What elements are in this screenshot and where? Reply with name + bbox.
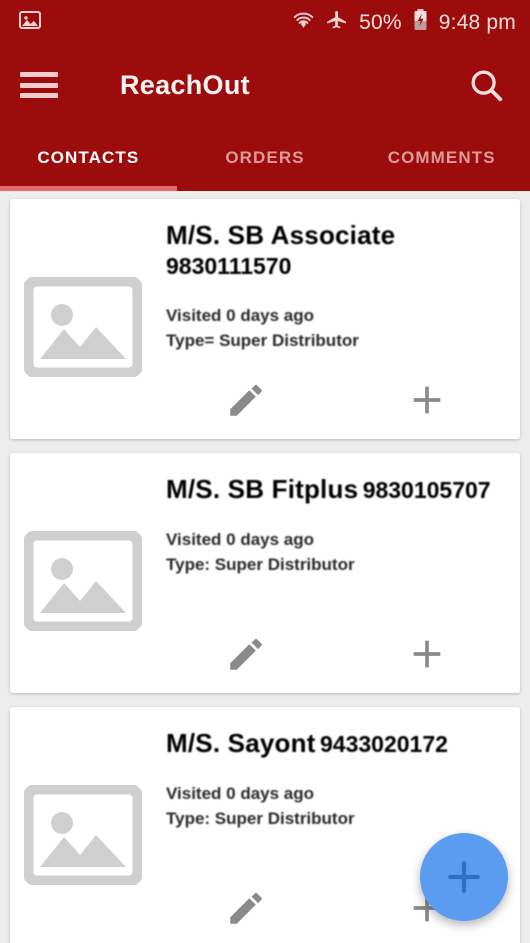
contact-details: M/S. SB Fitplus 9830105707 Visited 0 day… [142, 469, 506, 633]
tab-comments[interactable]: COMMENTS [353, 125, 530, 191]
contact-name: M/S. Sayont [166, 728, 316, 758]
app-bar: ReachOut [0, 45, 530, 125]
contact-type: Type= Super Distributor [166, 330, 359, 350]
image-placeholder-icon [24, 785, 142, 885]
add-contact-fab[interactable] [420, 833, 508, 921]
battery-percent-label: 50% [359, 10, 402, 34]
battery-charging-icon [412, 8, 429, 37]
status-bar-left [18, 8, 42, 37]
image-icon [18, 8, 42, 37]
contact-card[interactable]: M/S. SB Associate 9830111570 Visited 0 d… [10, 199, 520, 439]
airplane-mode-icon [325, 8, 349, 37]
pencil-edit-icon[interactable] [223, 377, 269, 423]
contact-phone: 9830111570 [166, 252, 292, 279]
wifi-icon [292, 9, 315, 37]
contact-card-body: M/S. SB Associate 9830111570 Visited 0 d… [10, 199, 520, 379]
contact-visited: Visited 0 days ago [166, 530, 315, 550]
contact-name: M/S. SB Fitplus [166, 474, 359, 504]
search-icon[interactable] [464, 63, 508, 107]
contact-phone: 9433020172 [320, 731, 448, 757]
page-title: ReachOut [120, 69, 250, 100]
contact-details: M/S. SB Associate 9830111570 Visited 0 d… [142, 215, 506, 379]
tab-contacts[interactable]: CONTACTS [0, 125, 177, 191]
status-bar: 50% 9:48 pm [0, 0, 530, 45]
app-screen: 50% 9:48 pm ReachOut CONTACTS ORDERS COM… [0, 0, 530, 943]
contact-list[interactable]: M/S. SB Associate 9830111570 Visited 0 d… [0, 191, 530, 943]
clock-label: 9:48 pm [438, 10, 516, 34]
plus-icon [448, 861, 480, 893]
pencil-edit-icon[interactable] [223, 631, 269, 677]
status-bar-right: 50% 9:48 pm [292, 8, 516, 37]
hamburger-menu-icon[interactable] [20, 72, 58, 98]
image-placeholder-icon [24, 531, 142, 631]
contact-type: Type: Super Distributor [166, 554, 355, 574]
contact-card-body: M/S. SB Fitplus 9830105707 Visited 0 day… [10, 453, 520, 633]
plus-icon[interactable] [404, 631, 450, 677]
image-placeholder-icon [24, 277, 142, 377]
tab-label: ORDERS [225, 148, 305, 167]
contact-visited: Visited 0 days ago [166, 305, 315, 325]
hamburger-bar [20, 72, 58, 77]
plus-icon[interactable] [404, 377, 450, 423]
contact-card[interactable]: M/S. SB Fitplus 9830105707 Visited 0 day… [10, 453, 520, 693]
tab-bar: CONTACTS ORDERS COMMENTS [0, 125, 530, 191]
contact-type: Type: Super Distributor [166, 808, 355, 828]
pencil-edit-icon[interactable] [223, 885, 269, 931]
hamburger-bar [20, 82, 58, 88]
contact-visited: Visited 0 days ago [166, 784, 315, 804]
contact-card-actions [10, 375, 520, 425]
tab-label: COMMENTS [387, 148, 496, 167]
tab-label: CONTACTS [37, 148, 140, 167]
contact-card-actions [10, 629, 520, 679]
contact-phone: 9830105707 [362, 477, 491, 503]
hamburger-bar [20, 93, 58, 98]
tab-orders[interactable]: ORDERS [177, 125, 354, 191]
contact-name: M/S. SB Associate [166, 220, 396, 250]
